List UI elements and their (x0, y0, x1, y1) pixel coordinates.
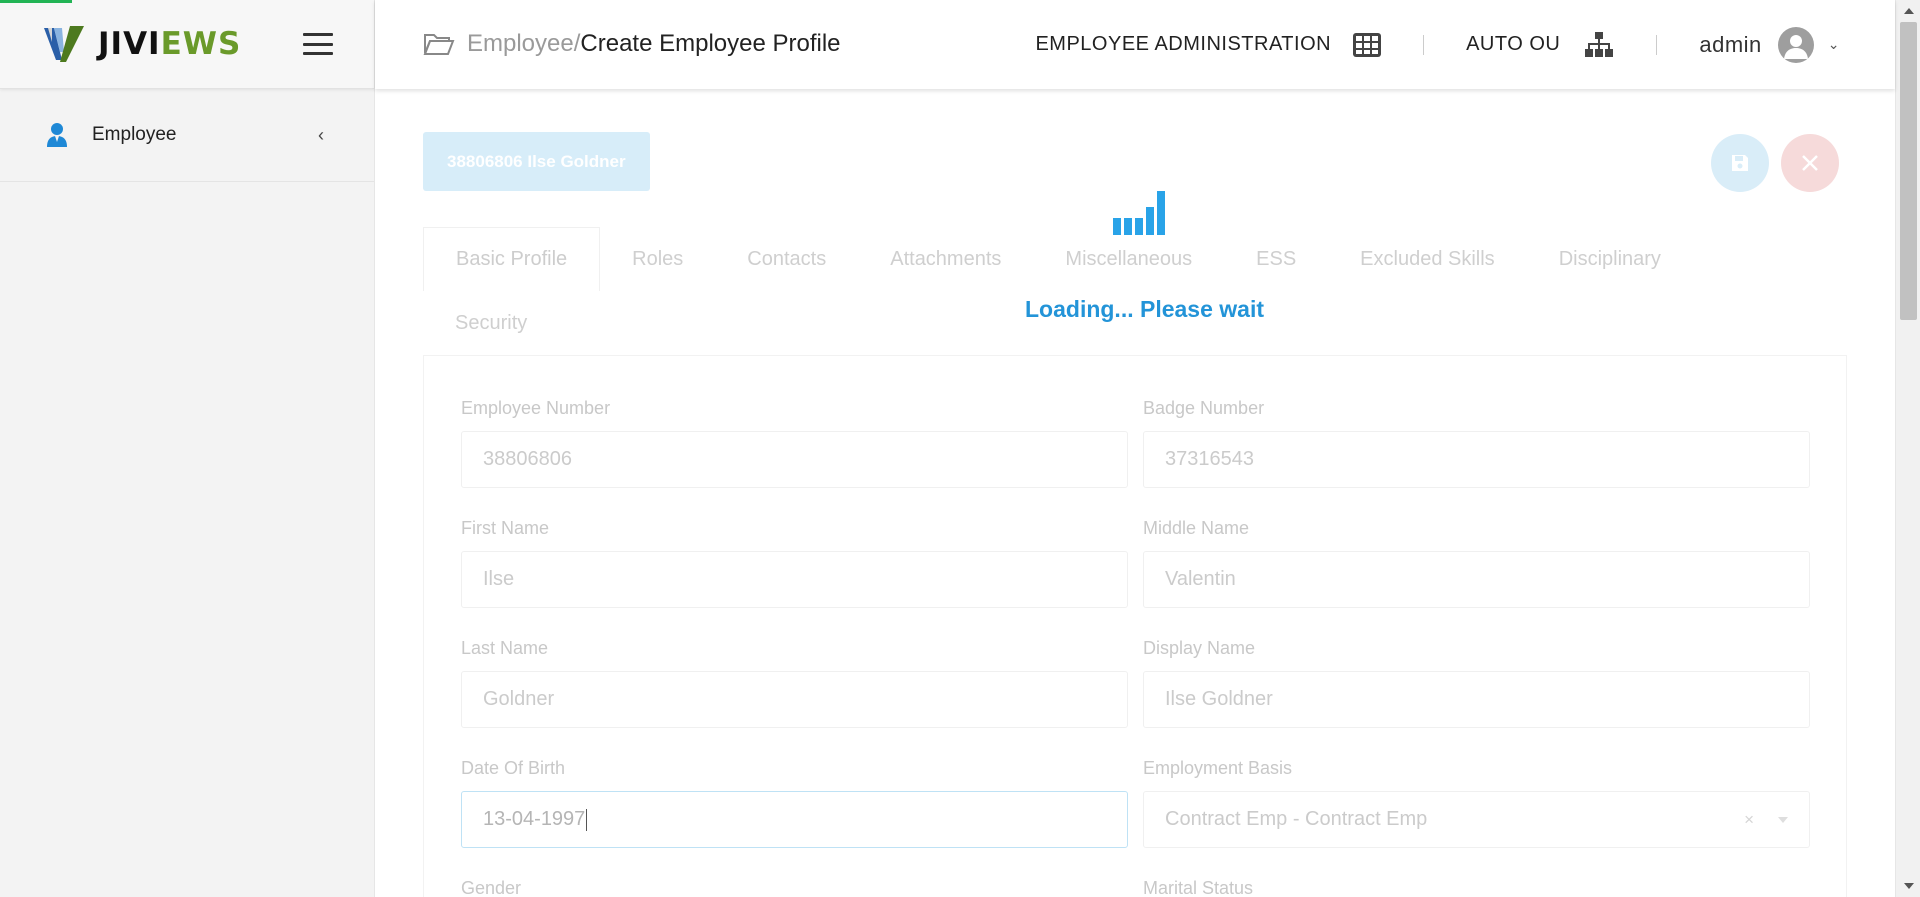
employment-basis-value: Contract Emp - Contract Emp (1165, 808, 1428, 830)
page-scrollbar[interactable] (1895, 0, 1920, 897)
last-name-field: Last Name Goldner (461, 638, 1128, 728)
employment-basis-select[interactable]: Contract Emp - Contract Emp × (1143, 791, 1810, 848)
date-of-birth-value: 13-04-1997 (483, 808, 586, 830)
field-label: First Name (461, 518, 550, 538)
logo-mark-icon (44, 26, 84, 62)
tab-miscellaneous[interactable]: Miscellaneous (1033, 227, 1224, 291)
employment-basis-field: Employment Basis Contract Emp - Contract… (1143, 758, 1810, 848)
header-right: EMPLOYEE ADMINISTRATION AUTO OU admin ⌄ (1035, 0, 1895, 89)
tab-security[interactable]: Security (423, 291, 559, 355)
app-logo[interactable]: JIVIEWS (40, 22, 241, 66)
field-label: Date Of Birth (461, 758, 566, 778)
user-icon (47, 123, 67, 147)
field-label: Employee Number (461, 398, 611, 418)
display-name-input[interactable]: Ilse Goldner (1143, 671, 1810, 728)
grid-icon[interactable] (1353, 32, 1382, 57)
badge-number-field: Badge Number 37316543 (1143, 398, 1810, 488)
employee-badge: 38806806 Ilse Goldner (423, 132, 650, 191)
marital-status-field: Marital Status (1143, 878, 1253, 897)
text-cursor (586, 808, 588, 831)
field-label: Badge Number (1143, 398, 1265, 418)
badge-number-input[interactable]: 37316543 (1143, 431, 1810, 488)
close-icon (1802, 155, 1818, 171)
field-label: Last Name (461, 638, 549, 658)
date-of-birth-field: Date Of Birth 13-04-1997 (461, 758, 1128, 848)
chevron-left-icon[interactable]: ‹ (318, 125, 324, 146)
breadcrumb-current: Create Employee Profile (580, 30, 841, 57)
sidebar: JIVIEWS Employee ‹ (0, 0, 375, 897)
header-divider (1656, 34, 1658, 55)
scroll-up-icon[interactable] (1904, 8, 1914, 14)
org-chart-icon[interactable] (1584, 31, 1614, 58)
chevron-down-icon[interactable]: ⌄ (1828, 36, 1840, 53)
tab-attachments[interactable]: Attachments (858, 227, 1033, 291)
tab-ess[interactable]: ESS (1224, 227, 1328, 291)
field-label: Middle Name (1143, 518, 1250, 538)
clear-selection-icon[interactable]: × (1744, 810, 1754, 830)
ou-switcher[interactable]: AUTO OU (1466, 31, 1614, 58)
field-label: Employment Basis (1143, 758, 1293, 778)
last-name-input[interactable]: Goldner (461, 671, 1128, 728)
save-button[interactable] (1711, 134, 1769, 192)
middle-name-input[interactable]: Valentin (1143, 551, 1810, 608)
dropdown-arrow-icon[interactable] (1778, 816, 1788, 823)
gender-field: Gender (461, 878, 521, 897)
module-switcher[interactable]: EMPLOYEE ADMINISTRATION (1035, 32, 1382, 57)
display-name-field: Display Name Ilse Goldner (1143, 638, 1810, 728)
first-name-input[interactable]: Ilse (461, 551, 1128, 608)
field-label: Gender (461, 878, 522, 897)
scroll-thumb[interactable] (1900, 22, 1917, 320)
sidebar-item-employee[interactable]: Employee ‹ (0, 89, 374, 182)
tab-contacts[interactable]: Contacts (715, 227, 858, 291)
avatar[interactable] (1777, 26, 1814, 63)
loading-spinner-icon (1113, 191, 1165, 235)
logo-text: JIVIEWS (98, 26, 242, 62)
breadcrumb-parent[interactable]: Employee/ (467, 30, 580, 58)
save-icon (1732, 155, 1748, 171)
date-of-birth-input[interactable]: 13-04-1997 (461, 791, 1128, 848)
loading-message: Loading... Please wait (1025, 296, 1265, 322)
user-avatar-icon (1783, 34, 1808, 59)
header-divider (1423, 34, 1425, 55)
tab-roles[interactable]: Roles (600, 227, 715, 291)
tab-excluded-skills[interactable]: Excluded Skills (1328, 227, 1527, 291)
field-label: Display Name (1143, 638, 1256, 658)
scroll-down-icon[interactable] (1904, 883, 1914, 889)
first-name-field: First Name Ilse (461, 518, 1128, 608)
profile-tabs: Basic Profile Roles Contacts Attachments… (423, 227, 1843, 355)
sidebar-header: JIVIEWS (0, 0, 374, 89)
employee-number-field: Employee Number 38806806 (461, 398, 1128, 488)
field-label: Marital Status (1143, 878, 1254, 897)
breadcrumb: Employee/ Create Employee Profile (423, 30, 841, 58)
top-header: Employee/ Create Employee Profile EMPLOY… (375, 0, 1895, 89)
module-label: EMPLOYEE ADMINISTRATION (1035, 33, 1332, 55)
close-button[interactable] (1781, 134, 1839, 192)
employee-number-input[interactable]: 38806806 (461, 431, 1128, 488)
folder-open-icon (423, 34, 455, 55)
user-menu[interactable]: admin ⌄ (1699, 26, 1895, 63)
middle-name-field: Middle Name Valentin (1143, 518, 1810, 608)
tab-basic-profile[interactable]: Basic Profile (423, 227, 601, 291)
basic-profile-panel: Employee Number 38806806 Badge Number 37… (423, 355, 1847, 897)
tab-disciplinary[interactable]: Disciplinary (1527, 227, 1693, 291)
sidebar-item-label: Employee (92, 124, 177, 145)
user-name: admin (1699, 31, 1762, 57)
ou-label: AUTO OU (1466, 33, 1561, 55)
page-load-progress (0, 0, 72, 3)
menu-toggle-button[interactable] (303, 33, 333, 55)
